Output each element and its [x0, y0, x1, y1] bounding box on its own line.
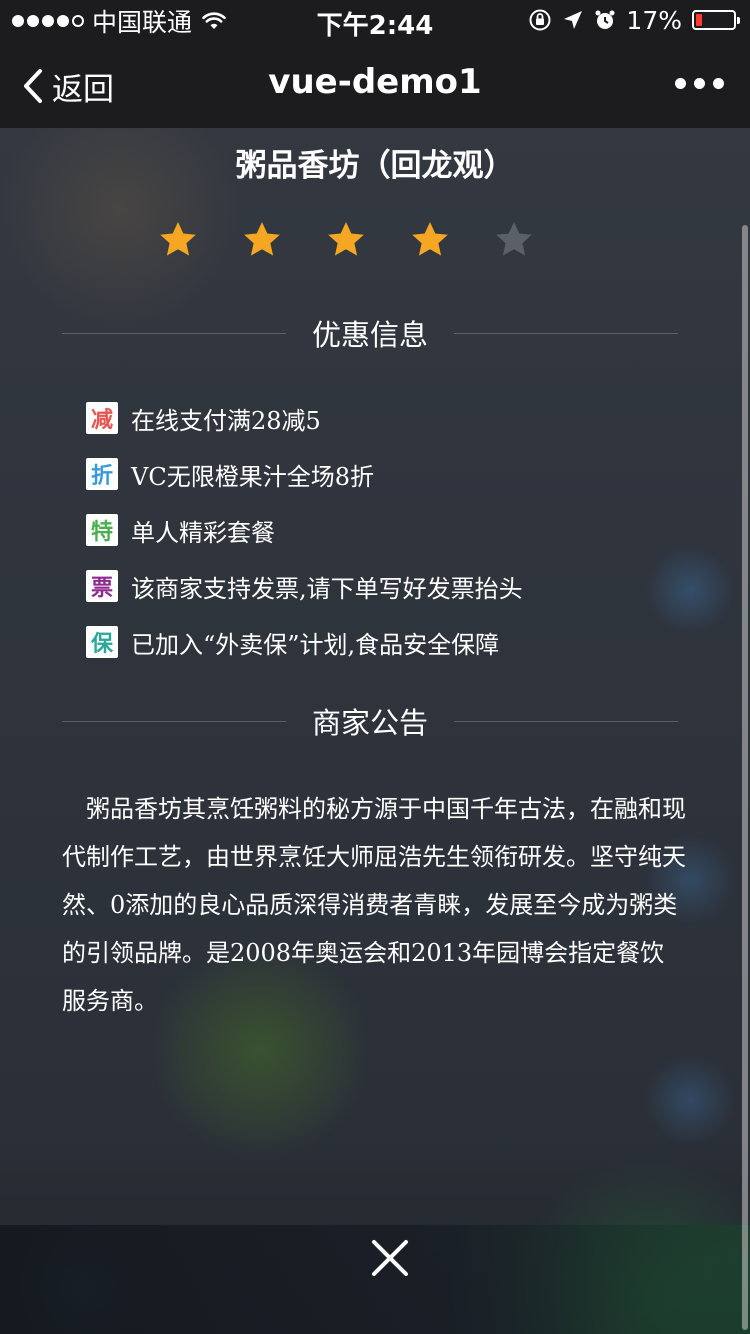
star-filled-icon	[244, 222, 280, 256]
page-title: vue-demo1	[268, 62, 482, 102]
discount-item: 减在线支付满28减5	[86, 390, 706, 446]
discount-badge-icon: 特	[86, 514, 118, 546]
scrollbar[interactable]	[742, 225, 748, 1330]
discount-item: 折 VC无限橙果汁全场8折	[86, 446, 706, 502]
discount-text: VC无限橙果汁全场8折	[131, 462, 374, 491]
alarm-icon	[595, 10, 615, 29]
divider-line	[454, 720, 679, 722]
more-dots-icon[interactable]	[675, 78, 724, 89]
location-icon	[564, 11, 583, 29]
divider-line	[62, 720, 286, 722]
orientation-lock-icon	[529, 9, 551, 31]
discount-text: 在线支付满28减5	[131, 406, 321, 435]
divider-line	[454, 332, 679, 334]
navigation-bar: 返回 vue-demo1	[0, 40, 750, 128]
status-bar: 中国联通 下午2:44 17%	[0, 0, 750, 41]
close-icon[interactable]	[370, 1238, 410, 1278]
discount-text: 单人精彩套餐	[131, 518, 275, 547]
discount-badge-icon: 折	[86, 458, 118, 490]
shop-name: 粥品香坊（回龙观）	[235, 148, 515, 184]
battery-icon	[692, 10, 740, 30]
bulletin-title: 商家公告	[312, 706, 429, 740]
divider-line	[62, 332, 286, 334]
battery-percent: 17%	[626, 5, 682, 35]
star-empty-icon	[496, 222, 532, 256]
battery-level	[696, 14, 702, 26]
discount-badge-icon: 保	[86, 626, 118, 658]
discount-list: 减在线支付满28减5 折 VC无限橙果汁全场8折特单人精彩套餐票该商家支持发票,请下…	[86, 390, 706, 670]
star-filled-icon	[160, 222, 196, 256]
star-filled-icon	[328, 222, 364, 256]
star-filled-icon	[412, 222, 448, 256]
discount-item: 特单人精彩套餐	[86, 502, 706, 558]
star-rating	[158, 220, 534, 260]
discount-title: 优惠信息	[312, 318, 429, 352]
discount-section-title: 优惠信息	[62, 313, 679, 353]
discount-text: 已加入“外卖保”计划,食品安全保障	[131, 630, 500, 659]
bulletin-section-title: 商家公告	[62, 701, 679, 741]
discount-item: 保已加入“外卖保”计划,食品安全保障	[86, 614, 706, 670]
bulletin-text: 粥品香坊其烹饪粥料的秘方源于中国千年古法，在融和现代制作工艺，由世界烹饪大师屈浩…	[62, 795, 686, 1015]
discount-badge-icon: 票	[86, 570, 118, 602]
discount-text: 该商家支持发票,请下单写好发票抬头	[131, 574, 523, 603]
status-right: 17%	[528, 5, 740, 35]
discount-item: 票该商家支持发票,请下单写好发票抬头	[86, 558, 706, 614]
discount-badge-icon: 减	[86, 402, 118, 434]
